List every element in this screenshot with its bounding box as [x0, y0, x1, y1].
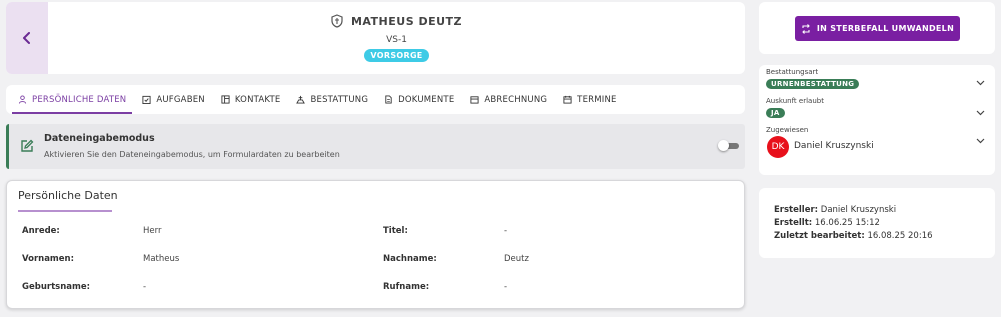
case-number: VS-1	[386, 35, 407, 45]
tab-label: TERMINE	[577, 94, 617, 105]
anrede-label: Anrede:	[22, 226, 60, 236]
data-entry-mode-description: Aktivieren Sie den Dateneingabemodus, um…	[44, 150, 340, 159]
bearbeitet-label: Zuletzt bearbeitet:	[774, 231, 865, 241]
burial-icon	[296, 95, 306, 104]
chevron-down-icon[interactable]	[976, 110, 985, 116]
chevron-down-icon[interactable]	[976, 80, 985, 86]
ersteller-label: Ersteller:	[774, 205, 819, 215]
tab-label: BESTATTUNG	[310, 94, 369, 105]
tab-label: DOKUMENTE	[398, 94, 455, 105]
tab-label: AUFGABEN	[156, 94, 205, 105]
rufname-value: -	[504, 282, 508, 292]
chevron-left-icon	[23, 32, 30, 44]
bestattungsart-label: Bestattungsart	[766, 68, 819, 76]
contacts-icon	[221, 95, 230, 104]
tab-label: PERSÖNLICHE DATEN	[32, 94, 127, 105]
titel-value: -	[504, 226, 508, 236]
badge-wrap: VORSORGE	[48, 49, 745, 62]
section-underline	[18, 210, 112, 212]
ersteller-value: Daniel Kruszynski	[820, 205, 897, 215]
back-button[interactable]	[6, 2, 48, 74]
erstellt-label: Erstellt:	[774, 218, 813, 228]
convert-to-death-case-button[interactable]: IN STERBEFALL UMWANDELN	[795, 16, 960, 41]
tab-bestattung[interactable]: BESTATTUNG	[288, 85, 376, 114]
nachname-value: Deutz	[504, 254, 529, 264]
tab-dokumente[interactable]: DOKUMENTE	[376, 85, 462, 114]
chevron-down-icon[interactable]	[976, 138, 985, 144]
convert-icon	[802, 23, 810, 34]
tab-persoenliche-daten[interactable]: PERSÖNLICHE DATEN	[10, 85, 134, 114]
tab-label: ABRECHNUNG	[484, 94, 548, 105]
tab-aufgaben[interactable]: AUFGABEN	[134, 85, 213, 114]
data-entry-mode-toggle[interactable]	[717, 140, 739, 151]
assignee-name: Daniel Kruszynski	[794, 141, 874, 151]
anrede-value: Herr	[143, 226, 162, 236]
created-line: Erstellt: 16.06.25 15:12	[774, 218, 880, 228]
tab-bar: PERSÖNLICHE DATEN AUFGABEN KONTAKTE BEST…	[6, 85, 745, 114]
auskunft-label: Auskunft erlaubt	[766, 97, 824, 105]
nachname-label: Nachname:	[383, 254, 437, 264]
rufname-label: Rufname:	[383, 282, 430, 292]
avatar: DK	[767, 136, 789, 158]
shield-cross-icon	[331, 14, 343, 28]
titel-label: Titel:	[383, 226, 408, 236]
edit-icon	[21, 139, 34, 152]
person-icon	[18, 95, 27, 104]
erstellt-value: 16.06.25 15:12	[814, 218, 880, 228]
billing-icon	[470, 96, 479, 104]
meta-card: Bestattungsart URNENBESTATTUNG Auskunft …	[759, 65, 995, 175]
title-row: MATHEUS DEUTZ	[48, 14, 745, 28]
status-badge: VORSORGE	[364, 49, 429, 62]
tab-abrechnung[interactable]: ABRECHNUNG	[462, 85, 555, 114]
vornamen-label: Vornamen:	[22, 254, 75, 264]
document-icon	[385, 95, 392, 104]
case-header: MATHEUS DEUTZ VS-1 VORSORGE	[6, 2, 745, 74]
geburtsname-label: Geburtsname:	[22, 282, 90, 292]
zugewiesen-label: Zugewiesen	[766, 126, 809, 134]
edited-line: Zuletzt bearbeitet: 16.08.25 20:16	[774, 231, 933, 241]
calendar-icon	[563, 95, 572, 104]
tab-label: KONTAKTE	[234, 94, 281, 105]
tab-termine[interactable]: TERMINE	[555, 85, 624, 114]
convert-button-label: IN STERBEFALL UMWANDELN	[816, 24, 955, 33]
creator-line: Ersteller: Daniel Kruszynski	[774, 205, 896, 215]
bearbeitet-value: 16.08.25 20:16	[867, 231, 933, 241]
page-title: MATHEUS DEUTZ	[350, 14, 463, 28]
personal-data-card: Persönliche Daten Anrede: Herr Titel: - …	[6, 180, 745, 309]
geburtsname-value: -	[143, 282, 147, 292]
action-card: IN STERBEFALL UMWANDELN	[759, 2, 995, 54]
header-center: MATHEUS DEUTZ VS-1 VORSORGE	[48, 2, 745, 74]
tab-kontakte[interactable]: KONTAKTE	[213, 85, 289, 114]
data-entry-mode-title: Dateneingabemodus	[44, 133, 155, 144]
section-title: Persönliche Daten	[18, 189, 118, 202]
task-icon	[142, 95, 151, 104]
data-entry-mode-panel: Dateneingabemodus Aktivieren Sie den Dat…	[6, 124, 745, 169]
vornamen-value: Matheus	[143, 254, 180, 264]
auskunft-pill: JA	[766, 108, 785, 118]
creator-card: Ersteller: Daniel Kruszynski Erstellt: 1…	[759, 188, 995, 258]
bestattungsart-pill: URNENBESTATTUNG	[766, 79, 860, 89]
